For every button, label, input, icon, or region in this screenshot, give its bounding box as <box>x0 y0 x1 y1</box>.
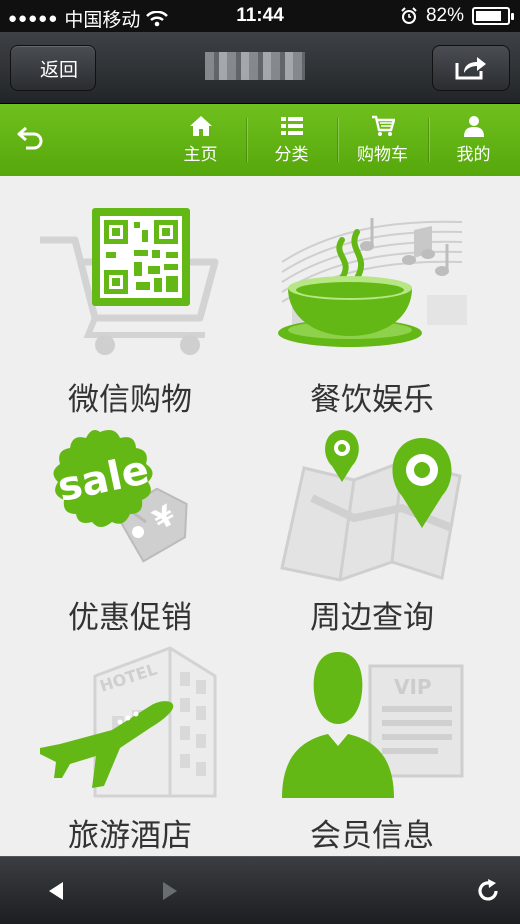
share-icon <box>455 57 486 80</box>
status-bar: ●●●●● 中国移动 11:44 82% <box>0 0 520 32</box>
alarm-icon <box>401 7 417 24</box>
refresh-icon <box>478 879 498 901</box>
qr-cart-icon <box>40 208 219 355</box>
cart-icon <box>371 115 395 136</box>
undo-back-button[interactable] <box>16 124 46 157</box>
tile-label: 优惠促销 <box>68 600 192 635</box>
arrow-left-icon <box>49 882 63 900</box>
tile-label: 微信购物 <box>68 382 192 417</box>
navigation-bar: 返回 <box>0 32 520 104</box>
menu-item-home[interactable]: 主页 <box>155 104 246 176</box>
tile-promotions[interactable]: ¥ sale 优惠促销 <box>0 418 260 636</box>
battery-icon <box>472 7 514 25</box>
share-button[interactable] <box>432 45 510 91</box>
tile-label: 会员信息 <box>310 818 434 853</box>
page-title-blurred <box>205 52 305 80</box>
tile-member-info[interactable]: VIP 会员信息 <box>242 636 502 854</box>
battery-percent: 82% <box>425 5 464 26</box>
user-icon <box>463 116 484 137</box>
browser-forward-button[interactable] <box>152 875 188 907</box>
back-button[interactable]: 返回 <box>10 45 96 91</box>
menu-item-profile[interactable]: 我的 <box>428 104 519 176</box>
return-arrow-icon <box>17 126 43 150</box>
green-menu-bar: 主页 分类 购物车 我的 <box>0 104 520 176</box>
tile-travel-hotel[interactable]: HOTEL 旅游酒店 <box>0 636 260 854</box>
browser-back-button[interactable] <box>38 875 74 907</box>
menu-item-label: 我的 <box>456 145 491 164</box>
home-icon <box>189 116 212 136</box>
menu-item-cart[interactable]: 购物车 <box>337 104 428 176</box>
menu-item-label: 购物车 <box>357 145 408 164</box>
plane-hotel-icon: HOTEL <box>40 646 217 798</box>
menu-item-label: 主页 <box>183 145 218 164</box>
tea-music-icon <box>278 218 467 347</box>
list-icon <box>280 117 303 135</box>
tile-label: 周边查询 <box>310 600 434 635</box>
back-button-label: 返回 <box>39 59 78 81</box>
vip-member-icon: VIP <box>282 652 464 798</box>
svg-text:VIP: VIP <box>394 675 432 699</box>
browser-toolbar <box>0 856 520 924</box>
menu-item-category[interactable]: 分类 <box>246 104 337 176</box>
tile-wechat-shopping[interactable]: 微信购物 <box>0 200 260 418</box>
menu-item-label: 分类 <box>274 145 309 164</box>
tile-dining-entertainment[interactable]: 餐饮娱乐 <box>242 200 502 418</box>
arrow-right-icon <box>163 882 177 900</box>
tile-label: 餐饮娱乐 <box>310 382 434 417</box>
map-pin-icon <box>280 430 462 582</box>
tile-label: 旅游酒店 <box>68 818 192 853</box>
tile-nearby-search[interactable]: 周边查询 <box>242 418 502 636</box>
sale-tag-icon: ¥ sale <box>53 430 188 563</box>
browser-refresh-button[interactable] <box>470 875 506 907</box>
